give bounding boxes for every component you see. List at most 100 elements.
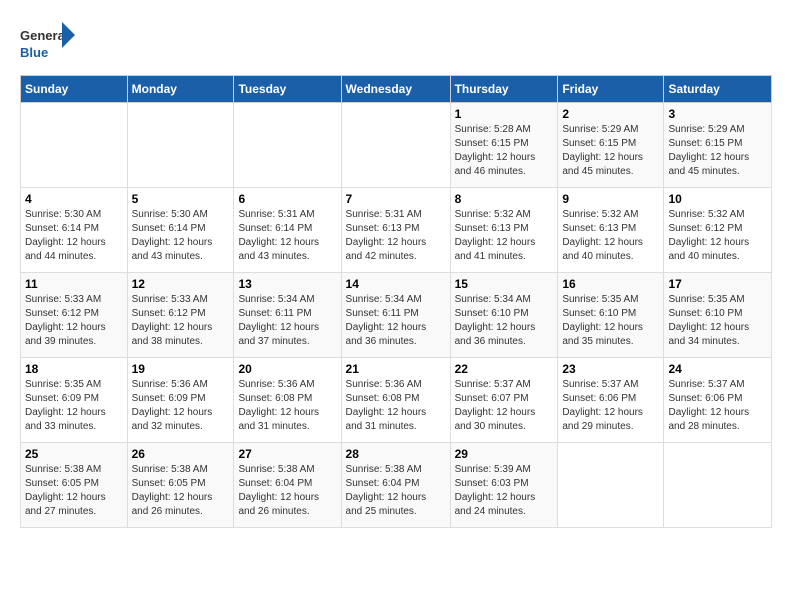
page-header: GeneralBlue	[20, 20, 772, 65]
week-row-2: 11 Sunrise: 5:33 AM Sunset: 6:12 PM Dayli…	[21, 273, 772, 358]
logo: GeneralBlue	[20, 20, 75, 65]
day-number: 18	[25, 362, 123, 376]
day-number: 22	[455, 362, 554, 376]
day-number: 27	[238, 447, 336, 461]
calendar-table: SundayMondayTuesdayWednesdayThursdayFrid…	[20, 75, 772, 528]
calendar-cell: 9 Sunrise: 5:32 AM Sunset: 6:13 PM Daylig…	[558, 188, 664, 273]
day-number: 14	[346, 277, 446, 291]
day-info: Sunrise: 5:36 AM Sunset: 6:08 PM Dayligh…	[238, 378, 336, 434]
calendar-cell: 11 Sunrise: 5:33 AM Sunset: 6:12 PM Dayli…	[21, 273, 128, 358]
calendar-cell: 8 Sunrise: 5:32 AM Sunset: 6:13 PM Daylig…	[450, 188, 558, 273]
day-info: Sunrise: 5:33 AM Sunset: 6:12 PM Dayligh…	[132, 293, 230, 349]
calendar-cell: 16 Sunrise: 5:35 AM Sunset: 6:10 PM Dayli…	[558, 273, 664, 358]
calendar-cell: 28 Sunrise: 5:38 AM Sunset: 6:04 PM Dayli…	[341, 443, 450, 528]
calendar-cell: 14 Sunrise: 5:34 AM Sunset: 6:11 PM Dayli…	[341, 273, 450, 358]
day-number: 10	[668, 192, 767, 206]
day-info: Sunrise: 5:30 AM Sunset: 6:14 PM Dayligh…	[25, 208, 123, 264]
calendar-cell: 7 Sunrise: 5:31 AM Sunset: 6:13 PM Daylig…	[341, 188, 450, 273]
header-day-monday: Monday	[127, 76, 234, 103]
day-info: Sunrise: 5:35 AM Sunset: 6:09 PM Dayligh…	[25, 378, 123, 434]
day-info: Sunrise: 5:37 AM Sunset: 6:07 PM Dayligh…	[455, 378, 554, 434]
day-info: Sunrise: 5:36 AM Sunset: 6:09 PM Dayligh…	[132, 378, 230, 434]
day-number: 6	[238, 192, 336, 206]
calendar-cell: 15 Sunrise: 5:34 AM Sunset: 6:10 PM Dayli…	[450, 273, 558, 358]
day-number: 15	[455, 277, 554, 291]
day-info: Sunrise: 5:31 AM Sunset: 6:14 PM Dayligh…	[238, 208, 336, 264]
day-info: Sunrise: 5:35 AM Sunset: 6:10 PM Dayligh…	[668, 293, 767, 349]
day-info: Sunrise: 5:32 AM Sunset: 6:12 PM Dayligh…	[668, 208, 767, 264]
calendar-cell: 21Sunrise: 5:36 AM Sunset: 6:08 PM Dayli…	[341, 358, 450, 443]
day-number: 26	[132, 447, 230, 461]
day-number: 13	[238, 277, 336, 291]
calendar-cell	[234, 103, 341, 188]
day-info: Sunrise: 5:34 AM Sunset: 6:11 PM Dayligh…	[346, 293, 446, 349]
calendar-cell: 2Sunrise: 5:29 AM Sunset: 6:15 PM Daylig…	[558, 103, 664, 188]
calendar-cell: 25 Sunrise: 5:38 AM Sunset: 6:05 PM Dayli…	[21, 443, 128, 528]
day-number: 3	[668, 107, 767, 121]
calendar-cell: 23 Sunrise: 5:37 AM Sunset: 6:06 PM Dayli…	[558, 358, 664, 443]
day-info: Sunrise: 5:37 AM Sunset: 6:06 PM Dayligh…	[562, 378, 659, 434]
day-number: 19	[132, 362, 230, 376]
header-day-wednesday: Wednesday	[341, 76, 450, 103]
day-info: Sunrise: 5:29 AM Sunset: 6:15 PM Dayligh…	[668, 123, 767, 179]
calendar-cell: 6 Sunrise: 5:31 AM Sunset: 6:14 PM Daylig…	[234, 188, 341, 273]
day-number: 25	[25, 447, 123, 461]
week-row-3: 18 Sunrise: 5:35 AM Sunset: 6:09 PM Dayli…	[21, 358, 772, 443]
day-number: 20	[238, 362, 336, 376]
header-day-thursday: Thursday	[450, 76, 558, 103]
day-info: Sunrise: 5:28 AM Sunset: 6:15 PM Dayligh…	[455, 123, 554, 179]
day-number: 4	[25, 192, 123, 206]
calendar-cell: 3 Sunrise: 5:29 AM Sunset: 6:15 PM Daylig…	[664, 103, 772, 188]
calendar-cell: 19 Sunrise: 5:36 AM Sunset: 6:09 PM Dayli…	[127, 358, 234, 443]
day-info: Sunrise: 5:38 AM Sunset: 6:04 PM Dayligh…	[238, 463, 336, 519]
day-info: Sunrise: 5:39 AM Sunset: 6:03 PM Dayligh…	[455, 463, 554, 519]
day-number: 2	[562, 107, 659, 121]
day-number: 23	[562, 362, 659, 376]
day-number: 9	[562, 192, 659, 206]
week-row-1: 4 Sunrise: 5:30 AM Sunset: 6:14 PM Daylig…	[21, 188, 772, 273]
day-info: Sunrise: 5:31 AM Sunset: 6:13 PM Dayligh…	[346, 208, 446, 264]
day-number: 1	[455, 107, 554, 121]
calendar-cell: 29 Sunrise: 5:39 AM Sunset: 6:03 PM Dayli…	[450, 443, 558, 528]
calendar-cell: 12 Sunrise: 5:33 AM Sunset: 6:12 PM Dayli…	[127, 273, 234, 358]
calendar-cell	[558, 443, 664, 528]
day-number: 21	[346, 362, 446, 376]
day-number: 5	[132, 192, 230, 206]
calendar-cell: 10 Sunrise: 5:32 AM Sunset: 6:12 PM Dayli…	[664, 188, 772, 273]
day-number: 17	[668, 277, 767, 291]
day-info: Sunrise: 5:33 AM Sunset: 6:12 PM Dayligh…	[25, 293, 123, 349]
calendar-cell: 24 Sunrise: 5:37 AM Sunset: 6:06 PM Dayli…	[664, 358, 772, 443]
header-row: SundayMondayTuesdayWednesdayThursdayFrid…	[21, 76, 772, 103]
week-row-0: 1 Sunrise: 5:28 AM Sunset: 6:15 PM Daylig…	[21, 103, 772, 188]
week-row-4: 25 Sunrise: 5:38 AM Sunset: 6:05 PM Dayli…	[21, 443, 772, 528]
calendar-cell: 1 Sunrise: 5:28 AM Sunset: 6:15 PM Daylig…	[450, 103, 558, 188]
calendar-cell: 27 Sunrise: 5:38 AM Sunset: 6:04 PM Dayli…	[234, 443, 341, 528]
day-number: 11	[25, 277, 123, 291]
day-info: Sunrise: 5:34 AM Sunset: 6:10 PM Dayligh…	[455, 293, 554, 349]
day-info: Sunrise: 5:38 AM Sunset: 6:04 PM Dayligh…	[346, 463, 446, 519]
calendar-cell	[664, 443, 772, 528]
day-info: Sunrise: 5:35 AM Sunset: 6:10 PM Dayligh…	[562, 293, 659, 349]
day-number: 12	[132, 277, 230, 291]
day-info: Sunrise: 5:32 AM Sunset: 6:13 PM Dayligh…	[455, 208, 554, 264]
day-number: 16	[562, 277, 659, 291]
day-info: Sunrise: 5:34 AM Sunset: 6:11 PM Dayligh…	[238, 293, 336, 349]
day-number: 28	[346, 447, 446, 461]
day-info: Sunrise: 5:38 AM Sunset: 6:05 PM Dayligh…	[25, 463, 123, 519]
calendar-cell: 20 Sunrise: 5:36 AM Sunset: 6:08 PM Dayli…	[234, 358, 341, 443]
day-number: 24	[668, 362, 767, 376]
header-day-tuesday: Tuesday	[234, 76, 341, 103]
day-number: 8	[455, 192, 554, 206]
logo-svg: GeneralBlue	[20, 20, 75, 65]
day-info: Sunrise: 5:32 AM Sunset: 6:13 PM Dayligh…	[562, 208, 659, 264]
calendar-cell: 18 Sunrise: 5:35 AM Sunset: 6:09 PM Dayli…	[21, 358, 128, 443]
day-number: 29	[455, 447, 554, 461]
day-info: Sunrise: 5:37 AM Sunset: 6:06 PM Dayligh…	[668, 378, 767, 434]
calendar-cell: 22 Sunrise: 5:37 AM Sunset: 6:07 PM Dayli…	[450, 358, 558, 443]
calendar-cell	[21, 103, 128, 188]
calendar-cell	[341, 103, 450, 188]
day-info: Sunrise: 5:30 AM Sunset: 6:14 PM Dayligh…	[132, 208, 230, 264]
header-day-sunday: Sunday	[21, 76, 128, 103]
day-number: 7	[346, 192, 446, 206]
calendar-cell: 5 Sunrise: 5:30 AM Sunset: 6:14 PM Daylig…	[127, 188, 234, 273]
